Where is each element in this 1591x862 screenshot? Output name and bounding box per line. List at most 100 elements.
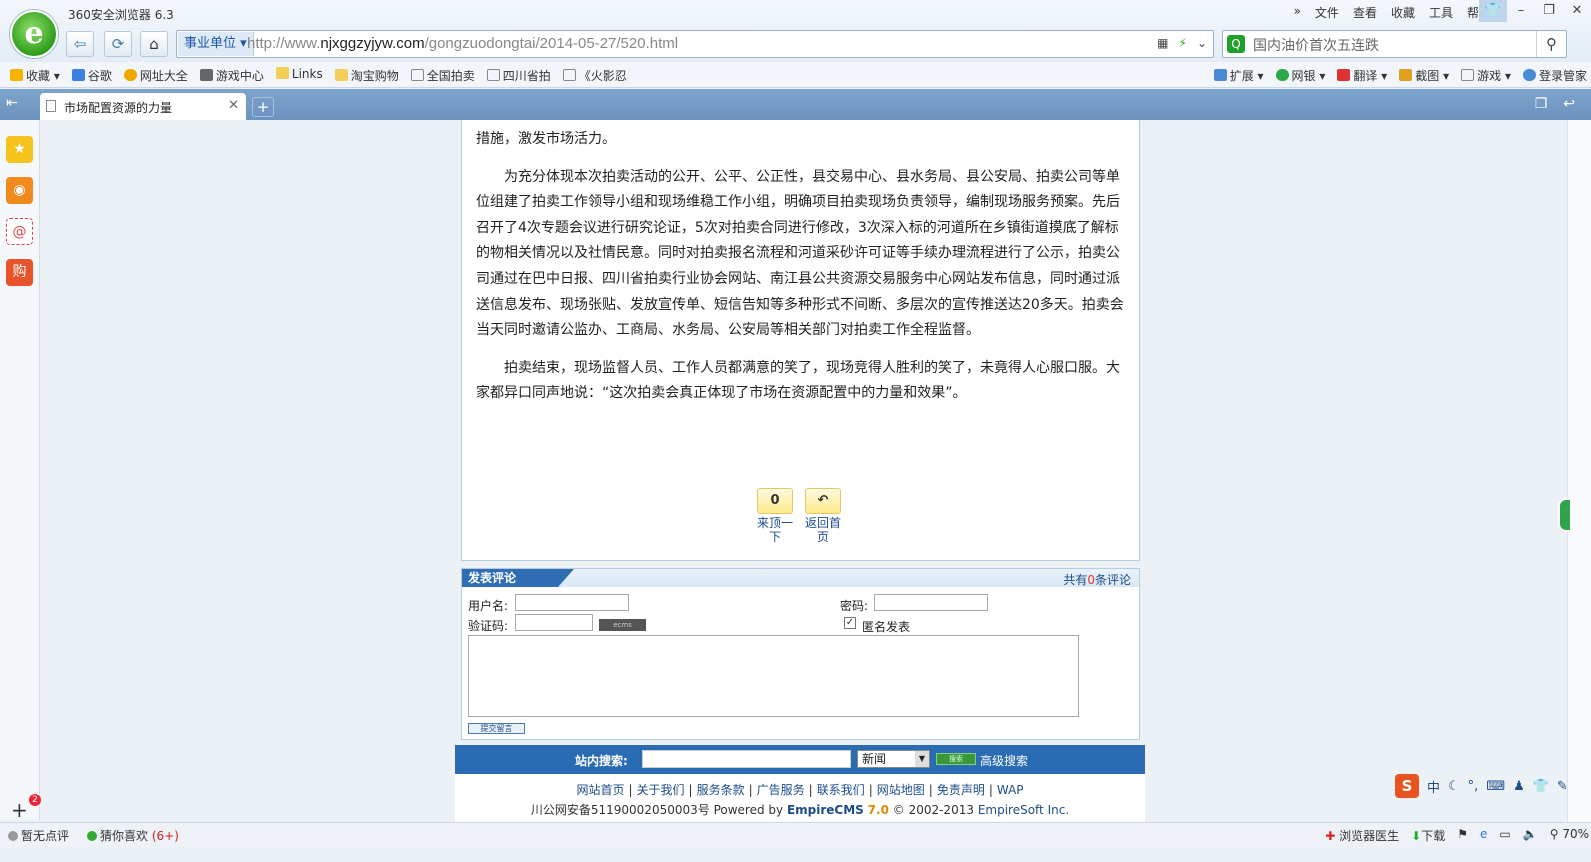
- cms-name-link[interactable]: EmpireCMS: [787, 803, 864, 817]
- bookmark-google[interactable]: 谷歌: [71, 67, 112, 84]
- captcha-image[interactable]: ecms: [599, 619, 646, 631]
- footer-link-about[interactable]: 关于我们: [637, 783, 685, 797]
- menu-file[interactable]: 文件: [1315, 4, 1339, 21]
- restore-button[interactable]: ❐: [1535, 0, 1563, 22]
- digg-button[interactable]: 0 来顶一下: [756, 488, 794, 544]
- new-tab-button[interactable]: +: [252, 97, 274, 117]
- moon-icon[interactable]: ☾: [1448, 779, 1460, 794]
- login-manager-button[interactable]: 登录管家: [1522, 67, 1587, 84]
- password-input[interactable]: [874, 594, 988, 611]
- username-label: 用户名:: [468, 599, 509, 613]
- address-bar[interactable]: 事业单位 ▾ http://www.njxggzyjyw.com/gongzuo…: [176, 30, 1214, 58]
- bookmark-url-directory[interactable]: 网址大全: [123, 67, 188, 84]
- tab-active[interactable]: 市场配置资源的力量 ✕: [40, 93, 246, 120]
- footer-link-sitemap[interactable]: 网站地图: [877, 783, 925, 797]
- zoom-control[interactable]: ⚲ 70%: [1550, 827, 1589, 844]
- vertical-scrollbar[interactable]: [1567, 120, 1591, 822]
- shopping-icon[interactable]: 购: [6, 259, 33, 286]
- comment-count[interactable]: 共有0条评论: [1063, 571, 1131, 588]
- menu-favorites[interactable]: 收藏: [1391, 4, 1415, 21]
- browser-doctor-button[interactable]: ✚ 浏览器医生: [1325, 827, 1399, 844]
- advanced-search-link[interactable]: 高级搜索: [980, 752, 1028, 769]
- search-engine-icon[interactable]: Q: [1227, 35, 1245, 53]
- bookmark-sichuan-auction[interactable]: 四川省拍: [486, 67, 551, 84]
- qrcode-icon[interactable]: ▦: [1157, 36, 1168, 50]
- bookmark-taobao[interactable]: 淘宝购物: [334, 67, 399, 84]
- menu-view[interactable]: 查看: [1353, 4, 1377, 21]
- rating-status[interactable]: 暂无点评: [8, 827, 69, 844]
- translate-button[interactable]: 翻译 ▾: [1337, 67, 1387, 84]
- sidebar-toggle-icon[interactable]: ⇤: [6, 95, 18, 111]
- bookmark-national-auction[interactable]: 全国拍卖: [410, 67, 475, 84]
- restore-tab-icon[interactable]: ❐: [1535, 96, 1548, 112]
- wrench-icon[interactable]: ✎: [1557, 779, 1568, 794]
- close-window-button[interactable]: ✕: [1563, 0, 1591, 22]
- weibo-icon[interactable]: ◉: [6, 177, 33, 204]
- screenshot-button[interactable]: 截图 ▾: [1399, 67, 1449, 84]
- sogou-ime-icon[interactable]: S: [1395, 774, 1419, 798]
- floating-widget-icon[interactable]: [1558, 498, 1572, 532]
- footer-link-home[interactable]: 网站首页: [576, 783, 624, 797]
- bookmark-naruto[interactable]: 《火影忍: [562, 67, 627, 84]
- favorites-star-icon[interactable]: ★: [6, 136, 33, 163]
- comment-textarea[interactable]: [468, 635, 1079, 717]
- address-category-dropdown[interactable]: 事业单位 ▾: [178, 32, 254, 56]
- footer-link-ads[interactable]: 广告服务: [757, 783, 805, 797]
- site-search-category-select[interactable]: 新闻 ▼: [857, 750, 930, 768]
- sound-icon[interactable]: 🔈: [1523, 827, 1538, 844]
- tab-close-icon[interactable]: ✕: [228, 98, 239, 113]
- username-input[interactable]: [515, 594, 629, 611]
- page-icon: [562, 69, 576, 81]
- back-home-button[interactable]: ↶ 返回首页: [804, 488, 842, 544]
- flag-icon[interactable]: ⚑: [1457, 827, 1468, 844]
- company-link[interactable]: EmpireSoft Inc.: [978, 803, 1069, 817]
- bookmark-links[interactable]: Links: [275, 67, 323, 84]
- anonymous-checkbox[interactable]: ✓: [844, 617, 856, 629]
- submit-comment-button[interactable]: 提交留言: [468, 723, 525, 734]
- gamepad-icon: [199, 69, 213, 81]
- window-icon[interactable]: ▭: [1499, 827, 1510, 844]
- lightning-icon[interactable]: ⚡: [1179, 36, 1187, 50]
- ime-mode[interactable]: 中: [1427, 777, 1440, 796]
- bookmark-favorites[interactable]: 收藏 ▾: [10, 67, 60, 84]
- undo-close-icon[interactable]: ↩: [1563, 96, 1575, 112]
- online-banking-button[interactable]: 网银 ▾: [1275, 67, 1325, 84]
- extensions-button[interactable]: 扩展 ▾: [1213, 67, 1264, 84]
- back-button[interactable]: ⇦: [66, 31, 94, 57]
- minimize-button[interactable]: –: [1507, 0, 1535, 22]
- search-box[interactable]: Q 国内油价首次五连跌 ⚲: [1222, 30, 1567, 58]
- menu-more-icon[interactable]: »: [1294, 4, 1301, 21]
- url-text[interactable]: http://www.njxggzyjyw.com/gongzuodongtai…: [247, 35, 678, 52]
- user-icon[interactable]: ♟: [1513, 779, 1525, 794]
- guess-you-like[interactable]: 猜你喜欢 (6+): [87, 827, 179, 844]
- footer-link-contact[interactable]: 联系我们: [817, 783, 865, 797]
- skin-icon[interactable]: 👕: [1479, 0, 1507, 22]
- footer-link-terms[interactable]: 服务条款: [697, 783, 745, 797]
- site-search-input[interactable]: [642, 750, 851, 768]
- footer-link-disclaimer[interactable]: 免责声明: [937, 783, 985, 797]
- separator: |: [928, 783, 933, 797]
- captcha-input[interactable]: [515, 614, 593, 631]
- home-button[interactable]: ⌂: [140, 31, 168, 57]
- download-button[interactable]: ⬇下载: [1411, 827, 1445, 844]
- menu-tools[interactable]: 工具: [1429, 4, 1453, 21]
- address-icons: ▦ ⚡ ⌄: [1157, 36, 1207, 50]
- footer-link-wap[interactable]: WAP: [997, 783, 1024, 797]
- refresh-button[interactable]: ⟳: [104, 31, 132, 57]
- shirt-icon[interactable]: 👕: [1533, 779, 1549, 794]
- search-input[interactable]: 国内油价首次五连跌: [1253, 35, 1379, 55]
- punctuation-icon[interactable]: °,: [1468, 779, 1479, 794]
- bookmark-label: 全国拍卖: [426, 69, 475, 83]
- site-search-button[interactable]: 搜索: [936, 753, 976, 765]
- refresh-icon: ⟳: [111, 35, 125, 53]
- browser-doctor-label: 浏览器医生: [1339, 829, 1400, 843]
- games-button[interactable]: 游戏 ▾: [1461, 67, 1511, 84]
- chevron-down-icon[interactable]: ⌄: [1197, 36, 1207, 50]
- search-button[interactable]: ⚲: [1536, 31, 1566, 57]
- ie-icon[interactable]: e: [1480, 827, 1487, 844]
- email-icon[interactable]: @: [6, 218, 33, 245]
- bookmark-game-center[interactable]: 游戏中心: [199, 67, 264, 84]
- bookmark-label: 游戏中心: [215, 69, 264, 83]
- keyboard-icon[interactable]: ⌨: [1486, 779, 1505, 794]
- add-sidebar-item-icon[interactable]: +: [11, 798, 28, 822]
